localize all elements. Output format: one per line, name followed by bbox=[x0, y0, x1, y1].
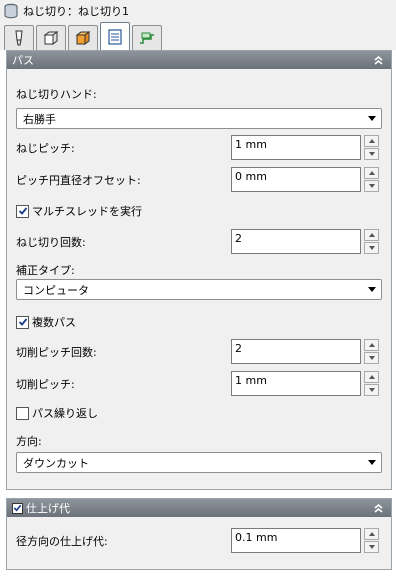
tab-stock[interactable] bbox=[36, 25, 66, 50]
thread-hand-label: ねじ切りハンド: bbox=[16, 88, 97, 101]
direction-label: 方向: bbox=[16, 435, 42, 448]
arrow-up-icon bbox=[368, 139, 375, 143]
collapse-button[interactable] bbox=[371, 53, 385, 67]
arrow-down-icon bbox=[368, 152, 375, 156]
compensation-dropdown[interactable]: コンピュータ bbox=[16, 279, 382, 300]
multiple-passes-label: 複数パス bbox=[32, 316, 76, 329]
arrow-up-icon bbox=[368, 171, 375, 175]
arrow-down-icon bbox=[368, 184, 375, 188]
pitch-offset-label: ピッチ円直径オフセット: bbox=[16, 174, 141, 187]
window-title: ねじ切り：ねじ切り1 bbox=[23, 5, 129, 18]
thread-pitch-input[interactable]: 1 mm bbox=[231, 135, 361, 160]
checkmark-icon bbox=[13, 504, 22, 512]
multi-thread-checkbox[interactable]: マルチスレッドを実行 bbox=[16, 203, 142, 219]
radial-stock-spinner: 0.1 mm bbox=[231, 528, 381, 553]
dropdown-arrow-icon bbox=[368, 116, 376, 121]
passes-section-header[interactable]: パス bbox=[7, 51, 391, 69]
spin-up-button[interactable] bbox=[364, 167, 379, 179]
spin-up-button[interactable] bbox=[364, 528, 379, 540]
arrow-down-icon bbox=[368, 356, 375, 360]
dropdown-arrow-icon bbox=[368, 460, 376, 465]
passes-panel: パス ねじ切りハンド: 右勝手 ねじピッチ: 1 mm ピッチ円直径オフセット:… bbox=[6, 50, 392, 490]
tab-tool[interactable] bbox=[4, 25, 34, 50]
arrow-down-icon bbox=[368, 545, 375, 549]
title-bar: ねじ切り：ねじ切り1 bbox=[0, 0, 396, 22]
multi-thread-label: マルチスレッドを実行 bbox=[32, 205, 142, 218]
checkmark-icon bbox=[18, 318, 27, 326]
cut-pitch-count-input[interactable]: 2 bbox=[231, 339, 361, 364]
collapse-button[interactable] bbox=[371, 501, 385, 515]
spin-down-button[interactable] bbox=[364, 384, 379, 396]
passes-list-icon bbox=[108, 28, 122, 45]
spin-up-button[interactable] bbox=[364, 229, 379, 241]
direction-value: ダウンカット bbox=[23, 456, 89, 470]
direction-dropdown[interactable]: ダウンカット bbox=[16, 452, 382, 473]
tab-passes[interactable] bbox=[100, 22, 130, 50]
thread-count-spinner: 2 bbox=[231, 229, 381, 254]
stock-section-title: 仕上げ代 bbox=[26, 502, 70, 515]
thread-hand-dropdown[interactable]: 右勝手 bbox=[16, 108, 382, 129]
thread-pitch-label: ねじピッチ: bbox=[16, 142, 75, 155]
multiple-passes-checkbox[interactable]: 複数パス bbox=[16, 314, 76, 330]
repeat-pass-checkbox[interactable]: パス繰り返し bbox=[16, 405, 98, 421]
dropdown-arrow-icon bbox=[368, 287, 376, 292]
stock-to-leave-panel: 仕上げ代 径方向の仕上げ代: 0.1 mm bbox=[6, 498, 392, 570]
spin-down-button[interactable] bbox=[364, 242, 379, 254]
spin-down-button[interactable] bbox=[364, 541, 379, 553]
arrow-down-icon bbox=[368, 388, 375, 392]
arrow-down-icon bbox=[368, 246, 375, 250]
double-chevron-up-icon bbox=[373, 503, 383, 513]
spin-up-button[interactable] bbox=[364, 339, 379, 351]
stock-box-icon bbox=[43, 31, 59, 45]
spin-up-button[interactable] bbox=[364, 135, 379, 147]
spin-down-button[interactable] bbox=[364, 148, 379, 160]
cut-pitch-label: 切削ピッチ: bbox=[16, 378, 75, 391]
arrow-up-icon bbox=[368, 375, 375, 379]
radial-stock-input[interactable]: 0.1 mm bbox=[231, 528, 361, 553]
thread-pitch-spinner: 1 mm bbox=[231, 135, 381, 160]
cut-pitch-spinner: 1 mm bbox=[231, 371, 381, 396]
stock-section-header[interactable]: 仕上げ代 bbox=[7, 499, 391, 517]
cut-pitch-count-label: 切削ピッチ回数: bbox=[16, 346, 97, 359]
checkbox-box[interactable] bbox=[12, 502, 23, 514]
tool-icon bbox=[15, 30, 23, 46]
geometry-box-icon bbox=[75, 31, 91, 45]
checkbox-box[interactable] bbox=[16, 315, 29, 329]
repeat-pass-label: パス繰り返し bbox=[32, 407, 98, 420]
arrow-up-icon bbox=[368, 233, 375, 237]
linking-icon bbox=[140, 32, 154, 44]
cut-pitch-input[interactable]: 1 mm bbox=[231, 371, 361, 396]
radial-stock-label: 径方向の仕上げ代: bbox=[16, 535, 108, 548]
pitch-offset-input[interactable]: 0 mm bbox=[231, 167, 361, 192]
spin-up-button[interactable] bbox=[364, 371, 379, 383]
pitch-offset-spinner: 0 mm bbox=[231, 167, 381, 192]
double-chevron-up-icon bbox=[373, 55, 383, 65]
arrow-up-icon bbox=[368, 343, 375, 347]
database-stack-icon bbox=[4, 3, 18, 19]
thread-count-input[interactable]: 2 bbox=[231, 229, 361, 254]
cut-pitch-count-spinner: 2 bbox=[231, 339, 381, 364]
tab-strip bbox=[0, 22, 396, 50]
stock-section-checkbox[interactable]: 仕上げ代 bbox=[12, 500, 70, 516]
spin-down-button[interactable] bbox=[364, 352, 379, 364]
spin-down-button[interactable] bbox=[364, 180, 379, 192]
tab-linking[interactable] bbox=[132, 25, 162, 50]
checkbox-box[interactable] bbox=[16, 406, 29, 420]
thread-hand-value: 右勝手 bbox=[23, 112, 56, 126]
compensation-label: 補正タイプ: bbox=[16, 264, 75, 277]
tab-geometry[interactable] bbox=[68, 25, 98, 50]
passes-section-title: パス bbox=[12, 54, 34, 67]
arrow-up-icon bbox=[368, 532, 375, 536]
thread-count-label: ねじ切り回数: bbox=[16, 236, 86, 249]
checkmark-icon bbox=[18, 207, 27, 215]
checkbox-box[interactable] bbox=[16, 204, 29, 218]
compensation-value: コンピュータ bbox=[23, 283, 89, 297]
